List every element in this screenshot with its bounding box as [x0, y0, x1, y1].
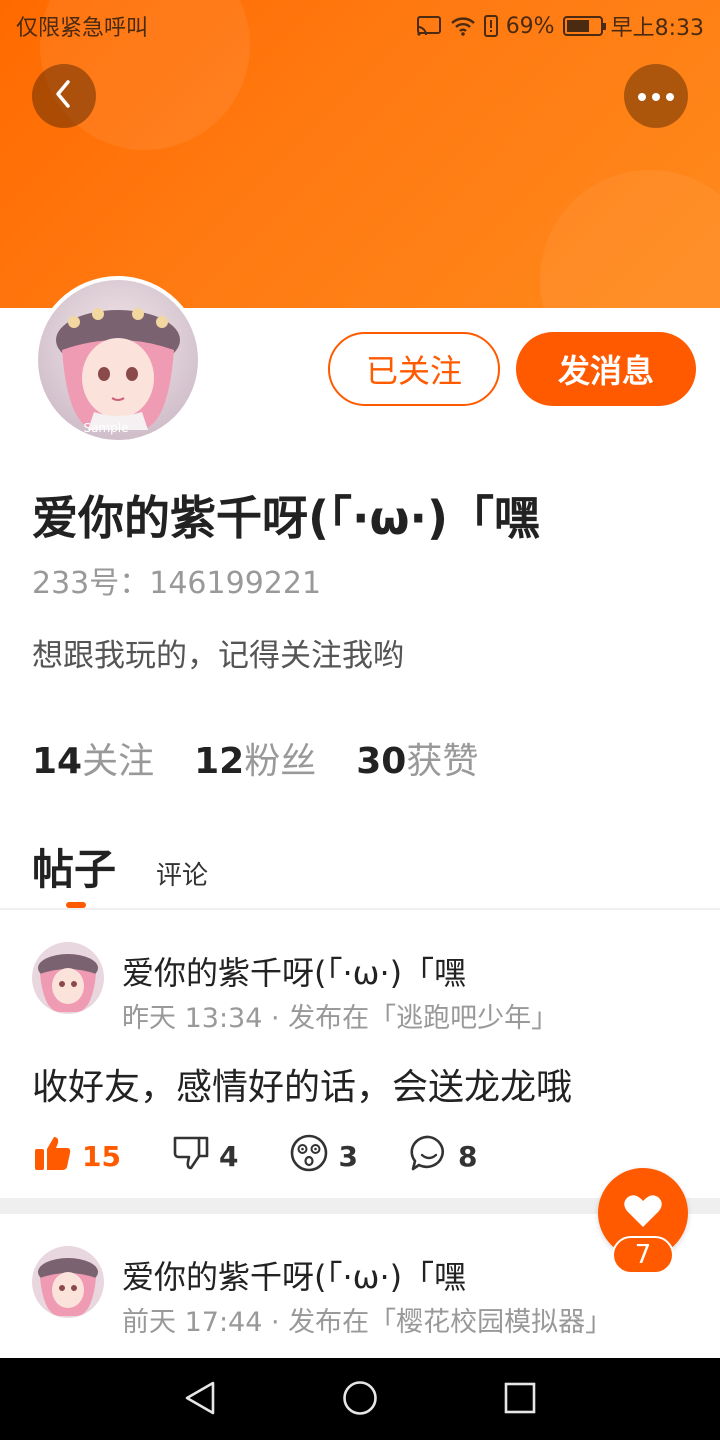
post-meta: 昨天 13:34 · 发布在「逃跑吧少年」	[122, 1003, 559, 1034]
more-horizontal-icon	[636, 87, 676, 106]
favorite-count: 7	[612, 1236, 674, 1274]
clock: 早上8:33	[610, 16, 704, 41]
stat-label: 获赞	[406, 741, 479, 782]
reaction-count: 3	[338, 1140, 358, 1173]
system-navigation-bar	[0, 1358, 720, 1440]
post-meta: 前天 17:44 · 发布在「樱花校园模拟器」	[122, 1307, 613, 1338]
avatar-image: Sample	[38, 280, 198, 440]
back-button[interactable]	[32, 64, 96, 128]
stat-number: 14	[32, 741, 83, 782]
post-author[interactable]: 爱你的紫千呀(「·ω·)「嘿	[122, 948, 466, 994]
like-button[interactable]: 15	[34, 1135, 121, 1178]
battery-icon	[562, 16, 606, 36]
profile-bio: 想跟我玩的，记得关注我哟	[32, 638, 404, 674]
status-bar: 仅限紧急呼叫 69% 早上8:33	[0, 0, 720, 50]
stat-following[interactable]: 14关注	[32, 732, 154, 784]
dislike-count: 4	[218, 1140, 239, 1173]
stat-followers[interactable]: 12粉丝	[194, 732, 316, 784]
post-avatar[interactable]	[32, 1246, 104, 1318]
post-content[interactable]: 收好友，感情好的话，会送龙龙哦	[32, 1058, 572, 1110]
stat-likes[interactable]: 30获赞	[356, 732, 478, 784]
reaction-button[interactable]: 3	[290, 1134, 358, 1179]
triangle-back-icon	[183, 1380, 217, 1420]
post-actions: 15 4 3 8	[34, 1134, 529, 1179]
nav-back-button[interactable]	[178, 1378, 222, 1422]
user-id: 233号：146199221	[32, 566, 322, 601]
comment-button[interactable]: 8	[410, 1134, 477, 1179]
dizzy-face-icon	[290, 1134, 328, 1179]
wifi-icon	[450, 15, 476, 37]
chevron-left-icon	[50, 78, 78, 114]
battery-percent: 69%	[505, 13, 555, 39]
banner-decoration	[540, 170, 720, 308]
avatar-watermark: Sample	[84, 421, 129, 435]
profile-stats: 14关注 12粉丝 30获赞	[32, 732, 478, 784]
like-count: 15	[82, 1140, 121, 1173]
cast-icon	[416, 15, 442, 37]
more-button[interactable]	[624, 64, 688, 128]
profile-username: 爱你的紫千呀(「·ω·)「嘿	[32, 491, 540, 545]
profile-avatar[interactable]: Sample	[34, 276, 202, 444]
thumbs-up-icon	[34, 1135, 72, 1178]
stat-number: 12	[194, 741, 245, 782]
divider	[0, 908, 720, 910]
dislike-button[interactable]: 4	[173, 1136, 238, 1177]
comment-count: 8	[457, 1140, 478, 1173]
heart-icon	[623, 1193, 663, 1233]
phone-alert-icon	[483, 15, 498, 37]
followed-button[interactable]: 已关注	[328, 332, 500, 406]
nav-recents-button[interactable]	[498, 1378, 542, 1422]
post-avatar[interactable]	[32, 942, 104, 1014]
carrier-text: 仅限紧急呼叫	[16, 16, 149, 41]
circle-home-icon	[342, 1380, 378, 1420]
square-recents-icon	[504, 1382, 536, 1418]
thumbs-down-icon	[173, 1136, 209, 1177]
tab-comments[interactable]: 评论	[156, 855, 208, 892]
comment-icon	[410, 1134, 448, 1179]
stat-label: 粉丝	[244, 741, 317, 782]
send-message-button[interactable]: 发消息	[516, 332, 696, 406]
post-author[interactable]: 爱你的紫千呀(「·ω·)「嘿	[122, 1252, 466, 1298]
stat-number: 30	[356, 741, 407, 782]
stat-label: 关注	[82, 741, 155, 782]
tab-posts[interactable]: 帖子	[32, 836, 116, 897]
nav-home-button[interactable]	[338, 1378, 382, 1422]
profile-tabs: 帖子 评论	[32, 836, 208, 897]
